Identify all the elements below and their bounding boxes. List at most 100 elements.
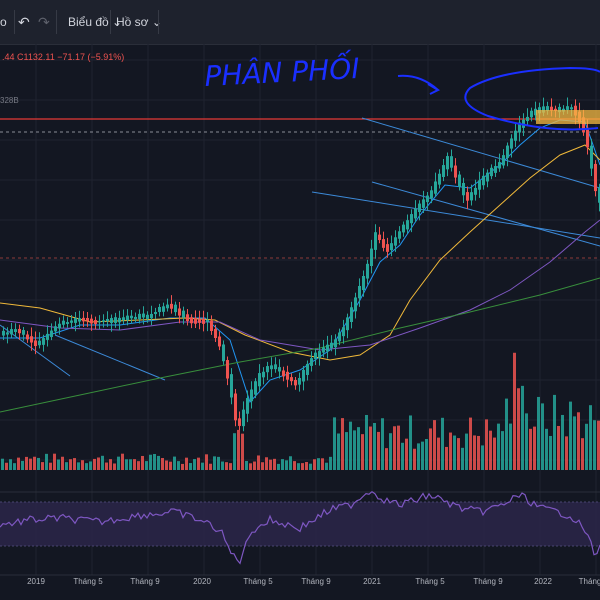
volume-bar — [569, 401, 572, 470]
volume-bar — [145, 461, 148, 470]
volume-bar — [257, 455, 260, 470]
volume-bar — [345, 432, 348, 470]
volume-bar — [393, 426, 396, 470]
volume-bar — [425, 439, 428, 470]
volume-bar — [509, 423, 512, 470]
candle-body — [62, 320, 65, 325]
volume-bar — [469, 417, 472, 470]
ma-mid-line — [0, 144, 600, 361]
volume-bar — [197, 457, 200, 470]
x-tick-label: Tháng 5 — [415, 577, 445, 586]
trendline — [311, 191, 600, 239]
volume-bar — [333, 417, 336, 470]
candle-body — [338, 332, 341, 342]
candle-body — [186, 314, 189, 322]
volume-bar — [41, 462, 44, 470]
candle-body — [154, 311, 157, 315]
volume-bar — [541, 403, 544, 470]
redo-icon[interactable]: ↷ — [38, 12, 50, 32]
candle-body — [102, 320, 105, 322]
x-tick-label: Tháng 9 — [473, 577, 503, 586]
x-axis: 2019 Tháng 5 Tháng 9 2020 Tháng 5 Tháng 9 2021… — [27, 577, 600, 586]
candle-body — [366, 263, 369, 279]
candle-body — [490, 167, 493, 177]
candle-body — [218, 336, 221, 347]
candle-body — [470, 192, 473, 201]
candle-body — [178, 308, 181, 316]
candle-body — [590, 145, 593, 169]
volume-bar — [397, 425, 400, 470]
candle-body — [282, 370, 285, 377]
volume-bar — [185, 457, 188, 470]
undo-icon[interactable]: ↶ — [18, 12, 30, 32]
volume-bar — [273, 458, 276, 470]
volume-bar — [385, 448, 388, 470]
x-tick-label: Tháng 9 — [301, 577, 331, 586]
volume-bar — [217, 456, 220, 470]
candle-body — [298, 377, 301, 385]
candle-body — [242, 409, 245, 427]
candle-body — [530, 110, 533, 118]
volume-bar — [113, 463, 116, 470]
volume-bar — [293, 461, 296, 470]
volume-bar — [593, 420, 596, 470]
volume-bar — [233, 433, 236, 470]
volume-bar — [225, 462, 228, 470]
chart-menu-button[interactable]: Biểu đồ ⌄ — [68, 12, 122, 32]
candle-body — [98, 320, 101, 323]
volume-bar — [577, 412, 580, 470]
volume-bar — [501, 431, 504, 470]
candle-body — [106, 319, 109, 322]
volume-bar — [453, 435, 456, 470]
profile-menu-button[interactable]: Hồ sơ ⌄ — [116, 12, 162, 32]
toolbar-fragment: o — [0, 15, 7, 29]
chart-toolbar: o ↶ ↷ Biểu đồ ⌄ Hồ sơ ⌄ — [0, 0, 600, 45]
candle-body — [258, 373, 261, 387]
volume-bar — [261, 462, 264, 470]
candle-body — [182, 310, 185, 318]
toolbar-separator — [14, 10, 15, 34]
volume-bar — [405, 438, 408, 470]
candle-body — [290, 377, 293, 382]
candle-body — [46, 333, 49, 340]
volume-bar — [53, 453, 56, 470]
candle-body — [406, 220, 409, 230]
candle-body — [370, 248, 373, 267]
rsi-band — [0, 502, 600, 546]
candle-body — [170, 303, 173, 309]
volume-bar — [325, 462, 328, 470]
candle-body — [142, 313, 145, 318]
volume-bar — [105, 462, 108, 470]
volume-bar — [369, 426, 372, 470]
volume-bar — [377, 431, 380, 470]
volume-bar — [165, 460, 168, 470]
candle-body — [22, 330, 25, 335]
candle-body — [430, 190, 433, 199]
volume-bar — [581, 438, 584, 470]
candlestick-chart[interactable]: 2019 Tháng 5 Tháng 9 2020 Tháng 5 Tháng 9 2021… — [0, 44, 600, 600]
volume-bar — [89, 461, 92, 470]
ma-long-line — [0, 277, 600, 413]
distribution-zone — [536, 110, 600, 124]
volume-bar — [161, 458, 164, 470]
candle-body — [26, 334, 29, 340]
volume-bar — [401, 442, 404, 470]
candle-body — [146, 314, 149, 319]
volume-bar — [81, 460, 84, 470]
volume-bar — [533, 426, 536, 470]
volume-bar — [21, 460, 24, 470]
candle-body — [526, 116, 529, 122]
volume-bar — [521, 385, 524, 470]
annotation-arrow — [397, 74, 439, 91]
candle-body — [414, 208, 417, 219]
volume-bar — [457, 438, 460, 470]
candle-body — [466, 192, 469, 201]
candle-body — [158, 307, 161, 313]
candle-body — [418, 203, 421, 213]
candle-body — [138, 313, 141, 320]
volume-bar — [389, 433, 392, 470]
volume-bar — [477, 435, 480, 470]
candle-body — [454, 165, 457, 178]
volume-bar — [337, 433, 340, 470]
volume-readout: 328B — [0, 96, 19, 105]
